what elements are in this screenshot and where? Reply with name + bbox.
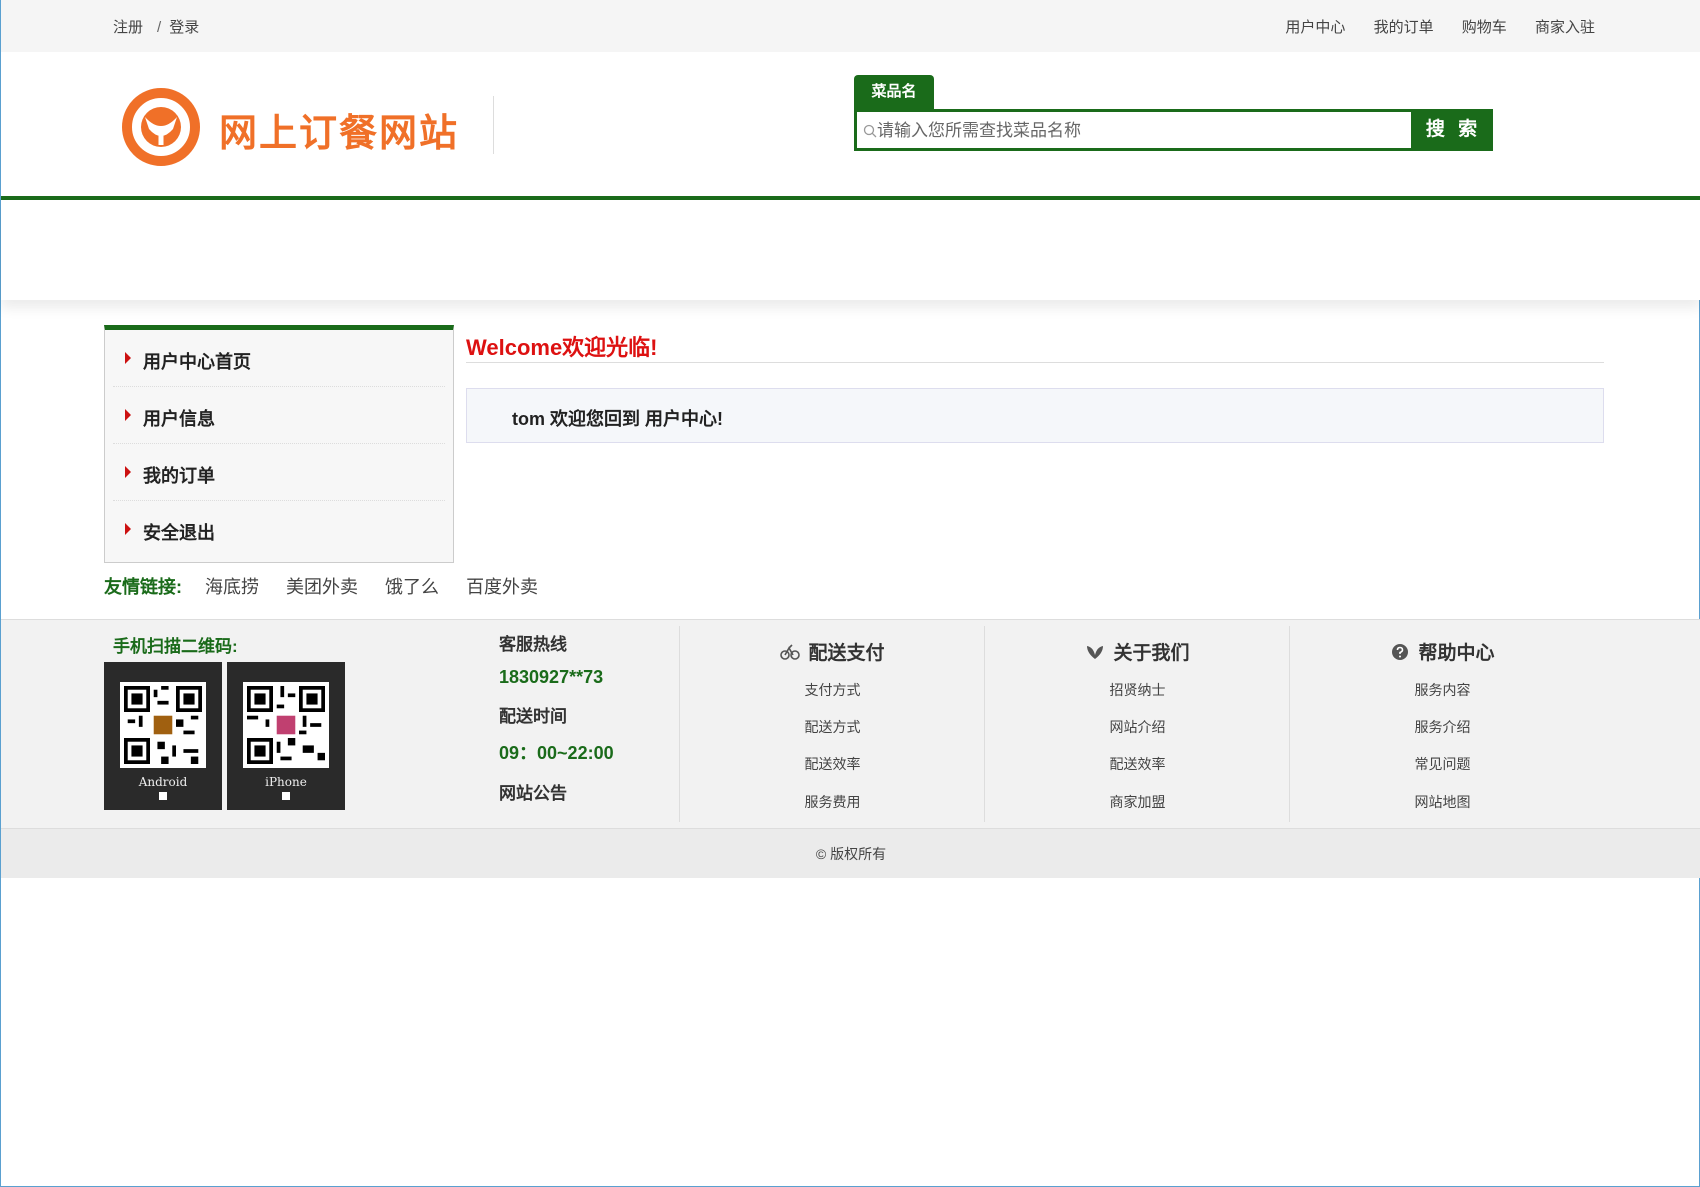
sidebar-item-label: 用户信息	[143, 409, 215, 429]
top-nav: 用户中心 我的订单 购物车 商家入驻	[1261, 16, 1595, 37]
search-box	[854, 109, 1414, 151]
user-center-sidebar: 用户中心首页 用户信息 我的订单 安全退出	[104, 325, 454, 563]
footer-col-title: 帮助中心	[1290, 638, 1595, 665]
footer-col-delivery-payment: 配送支付 支付方式 配送方式 配送效率 服务费用	[679, 626, 984, 822]
footer-col-title-text: 关于我们	[1113, 643, 1190, 664]
footer-link-careers[interactable]: 招贤纳士	[985, 680, 1290, 700]
login-link[interactable]: 登录	[169, 19, 199, 36]
qr-code-icon	[120, 682, 206, 768]
footer-link-faq[interactable]: 常见问题	[1290, 754, 1595, 774]
qr-code-iphone: iPhone	[227, 662, 345, 810]
delivery-hours-value: 09：00~22:00	[499, 743, 614, 763]
footer-col-title-text: 配送支付	[808, 643, 885, 664]
qr-code-icon	[243, 682, 329, 768]
search-icon	[863, 124, 877, 138]
welcome-message: tom 欢迎您回到 用户中心!	[512, 409, 723, 429]
auth-links: 注册 / 登录	[113, 16, 205, 37]
footer-link-delivery-efficiency-2[interactable]: 配送效率	[985, 754, 1290, 774]
sidebar-item-user-info[interactable]: 用户信息	[113, 387, 445, 444]
header-divider	[493, 96, 494, 154]
footer-link-delivery-efficiency[interactable]: 配送效率	[680, 754, 985, 774]
top-link-my-orders[interactable]: 我的订单	[1374, 19, 1434, 36]
qr-checkbox-android	[159, 792, 167, 800]
welcome-title: Welcome欢迎光临!	[466, 335, 658, 360]
friend-link-baidu[interactable]: 百度外卖	[466, 577, 538, 597]
arrow-right-icon	[125, 409, 131, 421]
search-tab-dish-name[interactable]: 菜品名	[854, 75, 934, 109]
qr-caption-android: Android	[138, 775, 188, 789]
friend-link-eleme[interactable]: 饿了么	[385, 577, 439, 597]
footer-link-service-content[interactable]: 服务内容	[1290, 680, 1595, 700]
footer-link-site-intro[interactable]: 网站介绍	[985, 717, 1290, 737]
sidebar-item-user-center-home[interactable]: 用户中心首页	[113, 330, 445, 387]
bike-icon	[780, 644, 801, 660]
footer-link-sitemap[interactable]: 网站地图	[1290, 792, 1595, 812]
footer-link-service-intro[interactable]: 服务介绍	[1290, 717, 1595, 737]
copyright: © 版权所有	[1, 828, 1700, 878]
footer-col-title-text: 帮助中心	[1418, 643, 1495, 664]
contact-info: 客服热线 1830927**73 配送时间 09：00~22:00 网站公告	[499, 630, 614, 816]
sidebar-item-my-orders[interactable]: 我的订单	[113, 444, 445, 501]
banner-area	[1, 200, 1700, 300]
header: 网上订餐网站 菜品名 搜 索	[1, 52, 1700, 197]
qr-title: 手机扫描二维码:	[113, 637, 238, 656]
welcome-divider	[466, 362, 1604, 363]
footer-link-merchant-join[interactable]: 商家加盟	[985, 792, 1290, 812]
qr-code-android: Android	[104, 662, 222, 810]
footer-col-about-us: 关于我们 招贤纳士 网站介绍 配送效率 商家加盟	[984, 626, 1289, 822]
sidebar-item-logout[interactable]: 安全退出	[113, 501, 445, 558]
arrow-right-icon	[125, 352, 131, 364]
friend-link-meituan[interactable]: 美团外卖	[286, 577, 358, 597]
search-button[interactable]: 搜 索	[1414, 109, 1493, 151]
qr-caption-iphone: iPhone	[265, 775, 307, 789]
welcome-panel: tom 欢迎您回到 用户中心!	[466, 388, 1604, 443]
footer: 手机扫描二维码: Android iPhone 客服热线 1830927**73…	[1, 619, 1700, 828]
delivery-hours-label: 配送时间	[499, 707, 567, 726]
logo-icon[interactable]	[121, 87, 201, 167]
arrow-right-icon	[125, 466, 131, 478]
footer-col-title: 配送支付	[680, 638, 985, 665]
footer-col-help-center: 帮助中心 服务内容 服务介绍 常见问题 网站地图	[1289, 626, 1594, 822]
sidebar-item-label: 用户中心首页	[143, 352, 251, 372]
friend-link-haidilao[interactable]: 海底捞	[205, 577, 259, 597]
top-link-cart[interactable]: 购物车	[1462, 19, 1507, 36]
friend-links-title: 友情链接:	[104, 577, 182, 597]
register-link[interactable]: 注册	[113, 19, 143, 36]
top-bar: 注册 / 登录 用户中心 我的订单 购物车 商家入驻	[1, 0, 1700, 52]
top-link-merchant[interactable]: 商家入驻	[1535, 19, 1595, 36]
footer-col-title: 关于我们	[985, 638, 1290, 665]
auth-separator: /	[157, 19, 162, 36]
help-icon	[1392, 644, 1409, 660]
sidebar-item-label: 我的订单	[143, 466, 215, 486]
leaf-icon	[1087, 646, 1104, 659]
footer-link-delivery-method[interactable]: 配送方式	[680, 717, 985, 737]
top-link-user-center[interactable]: 用户中心	[1285, 19, 1345, 36]
hotline-value: 1830927**73	[499, 667, 604, 687]
friend-links: 友情链接: 海底捞 美团外卖 饿了么 百度外卖	[104, 573, 560, 599]
footer-link-service-fee[interactable]: 服务费用	[680, 792, 985, 812]
qr-checkbox-iphone	[282, 792, 290, 800]
search-input[interactable]	[877, 114, 1407, 148]
arrow-right-icon	[125, 523, 131, 535]
hotline-label: 客服热线	[499, 635, 567, 654]
footer-link-payment-method[interactable]: 支付方式	[680, 680, 985, 700]
notice-label[interactable]: 网站公告	[499, 779, 614, 804]
sidebar-item-label: 安全退出	[143, 523, 215, 543]
site-title[interactable]: 网上订餐网站	[219, 102, 459, 157]
